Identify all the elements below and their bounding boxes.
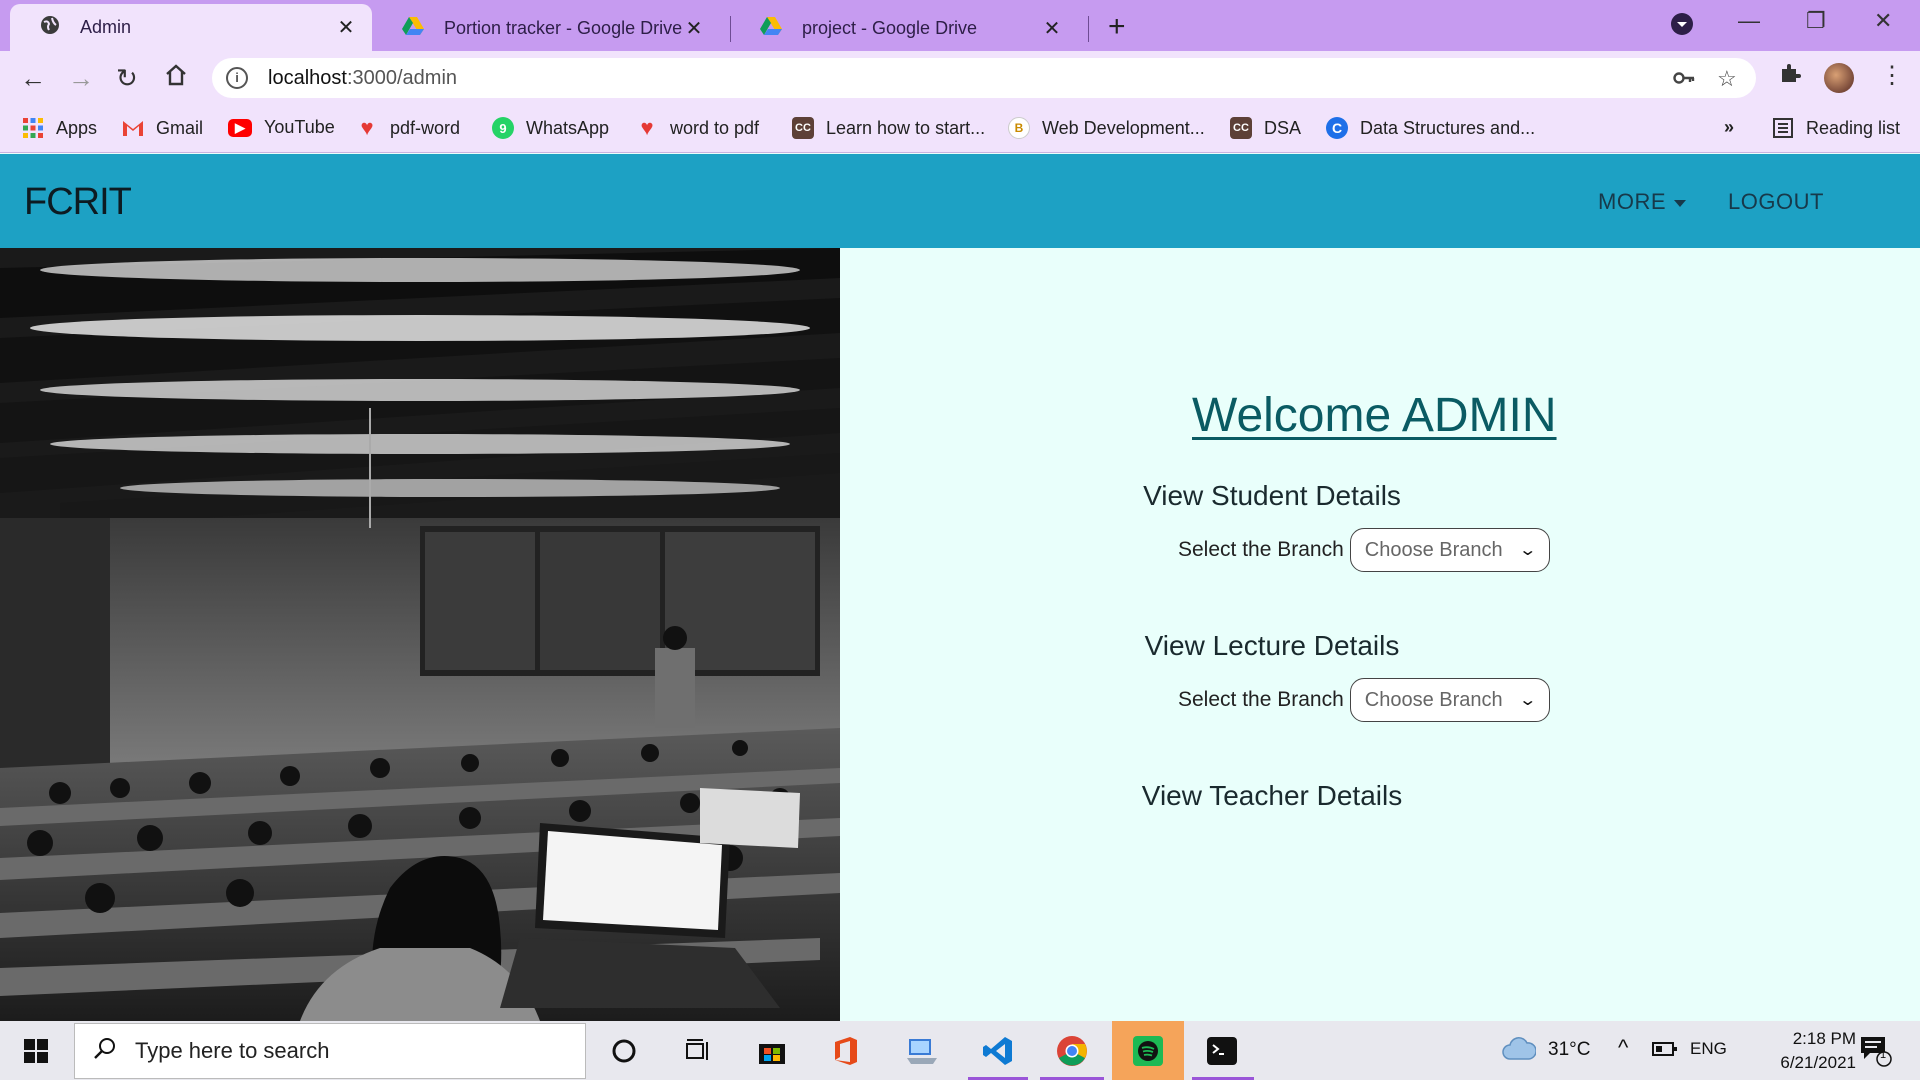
tab-title: Admin [80,17,132,37]
forward-icon[interactable]: → [68,63,94,93]
new-tab-button[interactable]: + [1108,10,1126,44]
tab-project[interactable]: project - Google Drive ✕ [730,6,1078,51]
site-info-icon[interactable]: i [226,67,248,89]
student-branch-row: Select the Branch Choose Branch ⌄ [1178,528,1550,572]
bookmarks-bar: Apps Gmail ▶ YouTube ♥ pdf-word 9 WhatsA… [0,105,1920,153]
admin-panel: Welcome ADMIN View Student Details Selec… [840,248,1920,1021]
weather-cloud-icon[interactable] [1502,1035,1537,1067]
clock-time: 2:18 PM [1792,1029,1856,1048]
globe-icon [40,15,60,40]
logout-link[interactable]: LOGOUT [1728,189,1824,215]
key-icon[interactable] [1672,66,1696,96]
reading-list-button[interactable]: Reading list [1772,117,1900,139]
whatsapp-icon: 9 [492,117,514,139]
chevron-up-icon[interactable]: ^ [1618,1035,1628,1061]
bookmark-gmail[interactable]: Gmail [122,117,203,139]
bookmark-word-to-pdf[interactable]: ♥ word to pdf [636,115,759,140]
view-lecture-details-heading: View Lecture Details [1144,630,1400,661]
chevron-down-icon: ⌄ [1518,692,1538,709]
reading-list-icon [1772,117,1794,139]
tab-title: project - Google Drive [802,18,978,38]
profile-avatar[interactable] [1824,63,1854,93]
chevron-down-icon: ⌄ [1518,542,1538,559]
back-icon[interactable]: ← [20,63,46,93]
microsoft-store-icon[interactable] [752,1031,792,1071]
tab-separator [1088,16,1089,42]
browser-toolbar: ← → ↻ i localhost:3000/admin ☆ ⋮ [0,51,1920,105]
language-indicator[interactable]: ENG [1690,1039,1727,1059]
minimize-icon[interactable]: — [1738,8,1760,34]
welcome-heading[interactable]: Welcome ADMIN [1192,388,1557,443]
close-tab-icon[interactable]: ✕ [682,16,706,41]
cc-icon: CC [792,117,814,139]
more-dropdown[interactable]: MORE [1598,189,1686,215]
chrome-icon[interactable] [1052,1031,1092,1071]
bookmark-web-development[interactable]: B Web Development... [1008,117,1205,139]
bookmark-apps[interactable]: Apps [22,117,97,139]
terminal-icon[interactable] [1202,1031,1242,1071]
search-icon [93,1036,117,1067]
spotify-taskbar-button[interactable] [1112,1021,1184,1080]
view-student-details-heading: View Student Details [1143,480,1401,511]
student-branch-select[interactable]: Choose Branch ⌄ [1349,528,1550,572]
weather-temperature[interactable]: 31°C [1548,1039,1590,1061]
select-branch-label: Select the Branch [1178,538,1344,561]
bookmark-whatsapp[interactable]: 9 WhatsApp [492,117,609,139]
caret-down-icon [1674,199,1686,207]
brand-logo[interactable]: FCRIT [24,181,132,224]
tab-portion-tracker[interactable]: Portion tracker - Google Drive ✕ [372,6,720,51]
classroom-photo [0,248,840,1021]
web-dev-icon: B [1008,117,1030,139]
bookmark-pdf-word[interactable]: ♥ pdf-word [356,115,460,140]
clock[interactable]: 2:18 PM 6/21/2021 [1746,1027,1856,1075]
youtube-icon: ▶ [228,118,252,137]
heart-icon: ♥ [640,115,654,140]
bookmark-star-icon[interactable]: ☆ [1717,66,1737,92]
close-tab-icon[interactable]: ✕ [1040,16,1064,41]
url-text: localhost:3000/admin [268,66,458,89]
close-window-icon[interactable]: ✕ [1874,8,1892,34]
gmail-icon [122,117,144,139]
tab-admin[interactable]: Admin ✕ [10,4,372,51]
clock-date: 6/21/2021 [1780,1053,1856,1072]
bookmark-dsa[interactable]: CC DSA [1230,117,1301,139]
heart-icon: ♥ [360,115,374,140]
spotify-icon [1128,1031,1168,1071]
notification-count: 1 [1880,1049,1887,1061]
extensions-icon[interactable] [1778,61,1802,92]
address-bar[interactable]: i localhost:3000/admin ☆ [212,58,1756,98]
tab-search-icon[interactable] [1670,12,1694,42]
bookmark-learn-how[interactable]: CC Learn how to start... [792,117,985,139]
office-icon[interactable] [826,1031,866,1071]
windows-start-icon[interactable] [24,1039,48,1063]
notifications-icon[interactable]: 1 [1858,1033,1892,1073]
view-teacher-details-heading[interactable]: View Teacher Details [732,780,1812,812]
more-menu-icon[interactable]: ⋮ [1880,61,1904,90]
select-branch-label: Select the Branch [1178,688,1344,711]
home-icon[interactable] [164,63,188,93]
file-transfer-icon[interactable] [902,1031,942,1071]
bookmark-data-structures[interactable]: C Data Structures and... [1326,117,1535,139]
task-view-icon[interactable] [678,1031,718,1071]
tab-title: Portion tracker - Google Drive [444,18,682,38]
google-drive-icon [760,16,782,41]
lecture-branch-row: Select the Branch Choose Branch ⌄ [1178,678,1550,722]
lecture-branch-select[interactable]: Choose Branch ⌄ [1349,678,1550,722]
reload-icon[interactable]: ↻ [116,63,138,93]
restore-icon[interactable]: ❐ [1806,8,1826,34]
cortana-icon[interactable] [604,1031,644,1071]
apps-grid-icon [22,117,44,139]
battery-icon[interactable] [1652,1041,1678,1063]
bookmark-youtube[interactable]: ▶ YouTube [228,117,335,138]
bookmarks-overflow-button[interactable]: » [1724,117,1734,138]
cc-icon: CC [1230,117,1252,139]
vscode-icon[interactable] [978,1031,1018,1071]
close-tab-icon[interactable]: ✕ [334,15,358,40]
windows-taskbar: Type here to search 31°C ^ ENG 2:18 PM 6… [0,1021,1920,1080]
app-navbar: FCRIT MORE LOGOUT [0,154,1920,248]
google-drive-icon [402,16,424,41]
browser-tabstrip: Admin ✕ Portion tracker - Google Drive ✕… [0,0,1920,51]
c-icon: C [1326,117,1348,139]
taskbar-search[interactable]: Type here to search [74,1023,586,1079]
